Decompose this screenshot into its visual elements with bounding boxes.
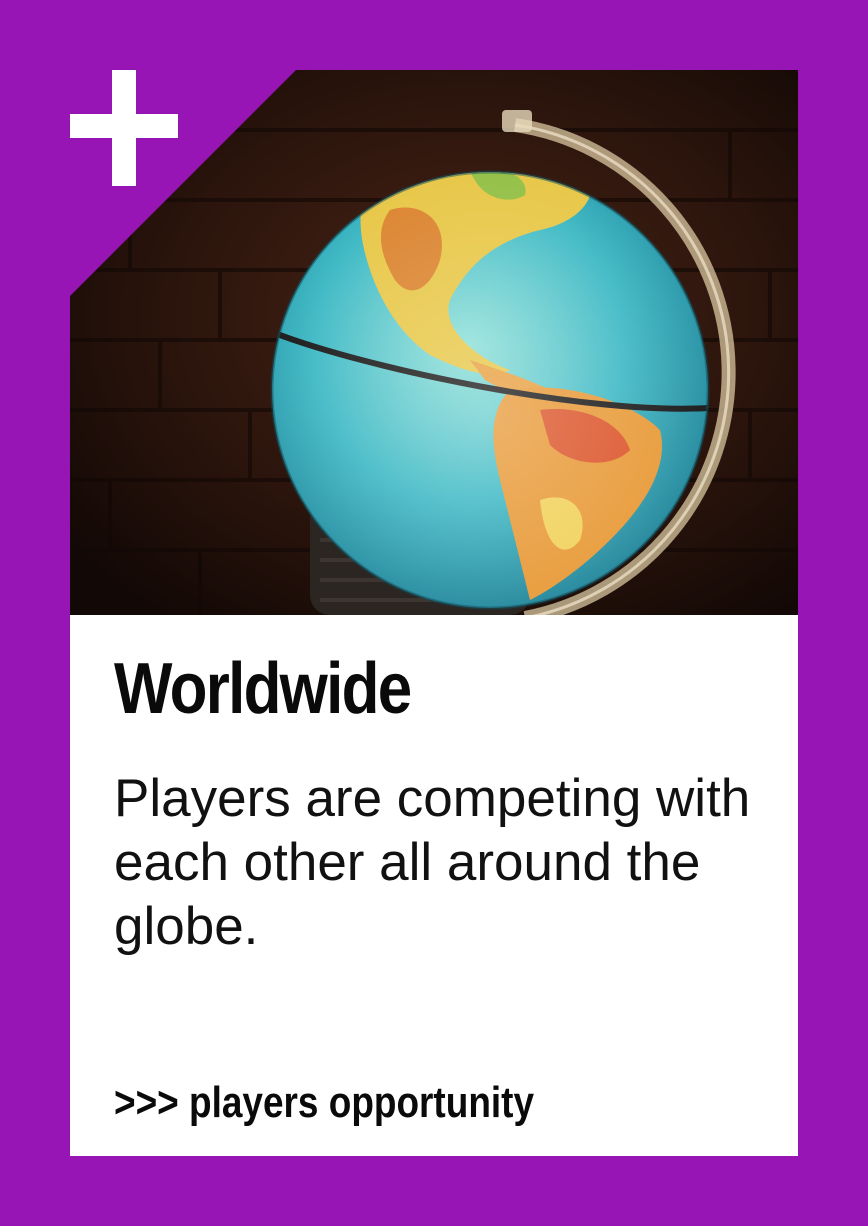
plus-icon-horizontal [70,114,178,138]
plus-icon [70,70,178,186]
feature-card: Worldwide Players are competing with eac… [70,70,798,1156]
card-title: Worldwide [114,649,412,729]
card-description: Players are competing with each other al… [114,769,751,956]
card-tagline: >>> players opportunity [114,1078,535,1127]
text-panel: Worldwide Players are competing with eac… [70,615,798,1156]
